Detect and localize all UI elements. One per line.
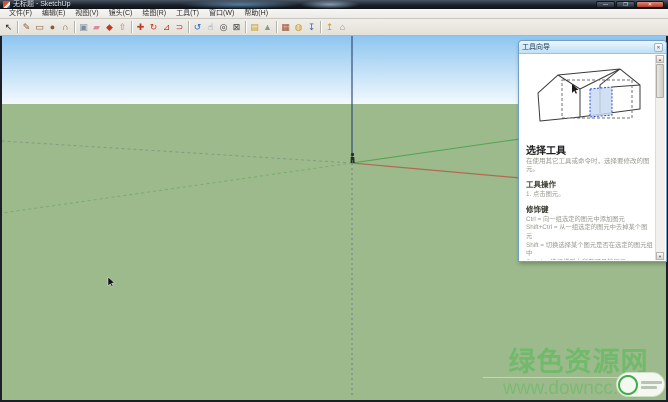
operation-heading: 工具操作	[526, 179, 556, 189]
downcc-badge	[616, 372, 665, 397]
instructor-title: 工具向导	[522, 44, 550, 51]
modifier-shift-ctrl: Shift+Ctrl = 从一组选定的图元中去掉某个图元	[526, 224, 648, 240]
badge-text-lines	[638, 379, 663, 391]
scroll-down-icon[interactable]: ▼	[656, 252, 664, 260]
toolbar-separator	[276, 21, 277, 33]
aero-glow	[300, 0, 360, 9]
pan-tool-icon[interactable]: ☝	[205, 21, 217, 34]
menu-view[interactable]: 视图(V)	[70, 9, 103, 19]
toggle-terrain-icon[interactable]: ▲	[262, 21, 274, 34]
menu-tools[interactable]: 工具(T)	[171, 9, 204, 19]
instructor-content: 选择工具 在使用其它工具或命令时，选择要修改的图元。 工具操作 1. 点击图元。…	[521, 55, 655, 260]
close-button[interactable]: ✕	[636, 1, 664, 8]
move-tool-icon[interactable]: ✚	[135, 21, 147, 34]
menu-draw[interactable]: 绘图(R)	[137, 9, 171, 19]
photo-textures-icon[interactable]: ▦	[280, 21, 292, 34]
toolbar-separator	[320, 21, 321, 33]
toolbar-separator	[17, 21, 18, 33]
menu-camera[interactable]: 镜头(C)	[104, 9, 138, 19]
make-component-icon[interactable]: ▣	[78, 21, 90, 34]
offset-tool-icon[interactable]: ⊃	[174, 21, 186, 34]
getting-started-toolbar: ↖ ✎ ▭ ● ∩ ▣ ▰ ◆ ⇧ ✚ ↻ ⊿ ⊃ ↺ ☝ ◎ ⊠ ▤ ▲ ▦ …	[0, 19, 668, 36]
toolbar-separator	[74, 21, 75, 33]
menu-bar: 文件(F) 编辑(E) 视图(V) 镜头(C) 绘图(R) 工具(T) 窗口(W…	[0, 9, 668, 19]
selected-face	[589, 86, 612, 118]
toolbar-separator	[245, 21, 246, 33]
zoom-extents-icon[interactable]: ⊠	[231, 21, 243, 34]
scroll-thumb[interactable]	[656, 64, 664, 98]
operation-step: 1. 点击图元。	[526, 190, 565, 198]
modifier-heading: 修饰键	[526, 204, 549, 214]
preview-google-earth-icon[interactable]: ◍	[293, 21, 305, 34]
instructor-scrollbar[interactable]: ▲ ▼	[655, 55, 665, 260]
select-tool-icon[interactable]: ↖	[3, 21, 15, 34]
rectangle-tool-icon[interactable]: ▭	[34, 21, 46, 34]
modifier-shift: Shift = 切换选择某个图元是否在选定的图元组中	[526, 241, 653, 258]
modifier-ctrl-a: Ctrl+A = 选择模型中所有可见的图元	[526, 259, 653, 260]
sketchup-logo-icon	[3, 1, 10, 8]
eraser-tool-icon[interactable]: ▰	[91, 21, 103, 34]
modifier-ctrl: Ctrl = 向一组选定的图元中添加图元	[526, 215, 625, 223]
get-models-icon[interactable]: ↧	[306, 21, 318, 34]
toolbar-separator	[188, 21, 189, 33]
tool-name-heading: 选择工具	[526, 146, 566, 157]
select-tool-illustration	[526, 57, 653, 141]
menu-file[interactable]: 文件(F)	[4, 9, 37, 19]
tool-description: 在使用其它工具或命令时，选择要修改的图元。	[526, 158, 650, 174]
downcc-logo-icon	[618, 374, 638, 395]
share-model-icon[interactable]: ↥	[324, 21, 336, 34]
menu-window[interactable]: 窗口(W)	[204, 9, 239, 19]
zoom-tool-icon[interactable]: ◎	[218, 21, 230, 34]
toolbar-separator	[131, 21, 132, 33]
paint-bucket-icon[interactable]: ◆	[104, 21, 116, 34]
arc-tool-icon[interactable]: ∩	[60, 21, 72, 34]
circle-tool-icon[interactable]: ●	[47, 21, 59, 34]
orbit-tool-icon[interactable]: ↺	[192, 21, 204, 34]
instructor-panel: 工具向导 ✕ 选择工具 在使用其它工具或命令时，选择要修改的图元。 工具操作 1…	[518, 40, 667, 262]
scale-tool-icon[interactable]: ⊿	[161, 21, 173, 34]
maximize-button[interactable]: ❐	[616, 1, 635, 8]
menu-help[interactable]: 帮助(H)	[239, 9, 273, 19]
menu-edit[interactable]: 编辑(E)	[37, 9, 70, 19]
push-pull-tool-icon[interactable]: ⇧	[117, 21, 129, 34]
get-current-view-icon[interactable]: ▤	[249, 21, 261, 34]
minimize-button[interactable]: —	[596, 1, 615, 8]
rotate-tool-icon[interactable]: ↻	[148, 21, 160, 34]
model-box-icon[interactable]: ⌂	[337, 21, 349, 34]
instructor-title-bar[interactable]: 工具向导 ✕	[519, 41, 666, 54]
scroll-up-icon[interactable]: ▲	[656, 55, 664, 63]
instructor-close-icon[interactable]: ✕	[654, 42, 663, 52]
line-tool-icon[interactable]: ✎	[21, 21, 33, 34]
